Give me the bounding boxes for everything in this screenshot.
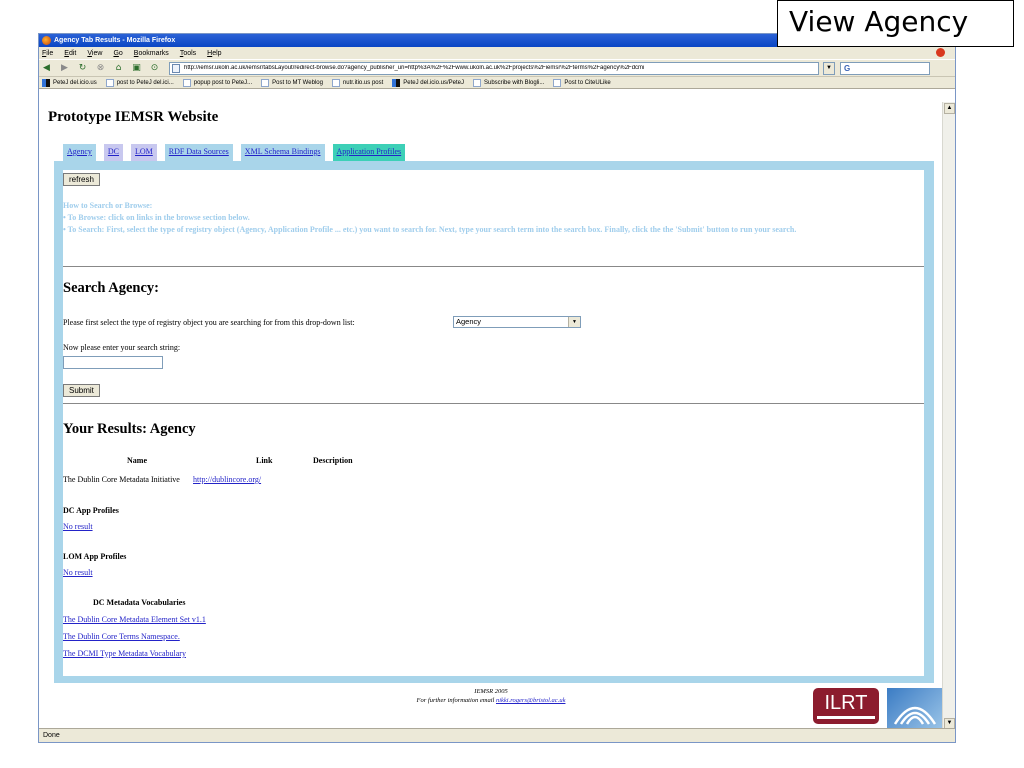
bookmark-icon	[42, 78, 50, 87]
submit-button[interactable]: Submit	[63, 384, 100, 397]
panel-content: refresh How to Search or Browse: • To Br…	[63, 170, 924, 676]
url-dropdown-button[interactable]: ▼	[823, 61, 835, 75]
tab-xml-schema-bindings[interactable]: XML Schema Bindings	[240, 144, 325, 162]
forward-icon[interactable]: ▶	[59, 63, 70, 74]
search-input[interactable]	[63, 356, 163, 369]
navigation-toolbar: ◀ ▶ ↻ ⊗ ⌂ ▣ ⊙ http://iemsr.ukoln.ac.uk/i…	[39, 59, 955, 77]
refresh-button[interactable]: refresh	[63, 173, 100, 186]
bookmarks-toolbar: PeteJ del.icio.us post to PeteJ del.ici.…	[39, 77, 955, 89]
vocabularies-heading: DC Metadata Vocabularies	[93, 598, 186, 607]
divider	[63, 403, 924, 404]
scroll-up-icon[interactable]: ▲	[944, 103, 955, 114]
activity-icon	[936, 48, 945, 57]
back-icon[interactable]: ◀	[41, 63, 52, 74]
search-box[interactable]: G	[840, 61, 930, 75]
status-bar: Done	[39, 728, 955, 742]
vertical-scrollbar[interactable]: ▲ ▼	[942, 102, 955, 730]
select-prompt: Please first select the type of registry…	[63, 318, 355, 327]
bookmark-item[interactable]: PeteJ del.icio.us/PeteJ	[392, 78, 464, 87]
url-bar[interactable]: http://iemsr.ukoln.ac.uk/iemsr/tabsLayou…	[169, 61, 819, 75]
bookmark-icon	[261, 78, 270, 87]
tab-agency[interactable]: Agency	[63, 144, 96, 162]
bookmark-icon	[331, 78, 340, 87]
bookmark-item[interactable]: Subscribe with Blogli...	[472, 78, 544, 87]
bookmark-item[interactable]: nutr.itio.us post	[331, 78, 383, 87]
email-link[interactable]: nikki.rogers@bristol.ac.uk	[496, 697, 565, 704]
input-prompt: Now please enter your search string:	[63, 343, 181, 352]
footer-line2: For further information email nikki.roge…	[416, 697, 566, 704]
column-header-description: Description	[313, 456, 353, 465]
bookmark-item[interactable]: popup post to PeteJ...	[182, 78, 252, 87]
bookmark-item[interactable]: Post to MT Weblog	[261, 78, 323, 87]
menu-help[interactable]: Help	[207, 50, 221, 57]
result-name: The Dublin Core Metadata Initiative	[63, 475, 180, 484]
tab-rdf-data-sources[interactable]: RDF Data Sources	[164, 144, 233, 162]
menu-edit[interactable]: Edit	[64, 50, 76, 57]
ilrt-logo: ILRT	[813, 688, 879, 724]
chevron-down-icon: ▼	[568, 317, 580, 327]
page-icon	[172, 63, 180, 73]
vocabulary-link[interactable]: The DCMI Type Metadata Vocabulary	[63, 649, 186, 658]
tab-lom[interactable]: LOM	[131, 144, 157, 162]
howto-text: How to Search or Browse: • To Browse: cl…	[63, 200, 921, 237]
bookmark-item[interactable]: Post to CiteULike	[553, 78, 611, 87]
menu-tools[interactable]: Tools	[180, 50, 196, 57]
menu-file[interactable]: File	[42, 50, 53, 57]
select-value: Agency	[456, 317, 482, 326]
search-heading: Search Agency:	[63, 280, 159, 296]
footer-line1: IEMSR 2005	[474, 688, 508, 695]
bookmark-icon	[392, 78, 401, 87]
go-icon[interactable]: ⊙	[149, 63, 160, 74]
page-footer: IEMSR 2005 For further information email…	[39, 687, 943, 705]
menu-bar: File Edit View Go Bookmarks Tools Help	[39, 47, 955, 59]
window-title: Agency Tab Results - Mozilla Firefox	[54, 37, 176, 44]
home-icon[interactable]: ⌂	[113, 63, 124, 74]
result-link[interactable]: http://dublincore.org/	[193, 475, 261, 484]
howto-search: • To Search: First, select the type of r…	[63, 225, 797, 235]
bookmark-item[interactable]: post to PeteJ del.ici...	[105, 78, 174, 87]
howto-browse: • To Browse: click on links in the brows…	[63, 213, 250, 223]
dc-app-profiles-heading: DC App Profiles	[63, 506, 119, 515]
stop-icon[interactable]: ⊗	[95, 63, 106, 74]
vocabulary-link[interactable]: The Dublin Core Metadata Element Set v1.…	[63, 615, 206, 624]
history-icon[interactable]: ▣	[131, 63, 142, 74]
firefox-icon	[42, 36, 51, 45]
column-header-link: Link	[256, 456, 273, 465]
tab-panel: refresh How to Search or Browse: • To Br…	[54, 161, 934, 683]
bookmark-icon	[105, 78, 114, 87]
dc-app-profiles-link[interactable]: No result	[63, 522, 93, 531]
menu-view[interactable]: View	[87, 50, 102, 57]
object-type-select[interactable]: Agency ▼	[453, 316, 581, 328]
results-heading: Your Results: Agency	[63, 421, 196, 437]
browser-window: Agency Tab Results - Mozilla Firefox Fil…	[38, 33, 956, 743]
menu-bookmarks[interactable]: Bookmarks	[134, 50, 169, 57]
tab-dc[interactable]: DC	[103, 144, 124, 162]
bookmark-item[interactable]: PeteJ del.icio.us	[42, 78, 97, 87]
column-header-name: Name	[127, 456, 147, 465]
bookmark-icon	[553, 78, 562, 87]
lom-app-profiles-link[interactable]: No result	[63, 568, 93, 577]
slide-label: View Agency	[777, 0, 1014, 47]
url-text: http://iemsr.ukoln.ac.uk/iemsr/tabsLayou…	[184, 65, 645, 71]
lom-app-profiles-heading: LOM App Profiles	[63, 552, 127, 561]
tab-bar: Agency DC LOM RDF Data Sources XML Schem…	[63, 144, 413, 162]
divider	[63, 266, 924, 267]
site-title: Prototype IEMSR Website	[48, 109, 219, 125]
page-content: Prototype IEMSR Website Agency DC LOM RD…	[39, 102, 943, 730]
bookmark-icon	[182, 78, 191, 87]
howto-heading: How to Search or Browse:	[63, 201, 153, 210]
menu-go[interactable]: Go	[113, 50, 122, 57]
tab-application-profiles[interactable]: Application Profiles	[332, 144, 406, 162]
bookmark-icon	[472, 78, 481, 87]
swirl-logo-icon	[887, 688, 943, 730]
vocabulary-link[interactable]: The Dublin Core Terms Namespace.	[63, 632, 180, 641]
reload-icon[interactable]: ↻	[77, 63, 88, 74]
